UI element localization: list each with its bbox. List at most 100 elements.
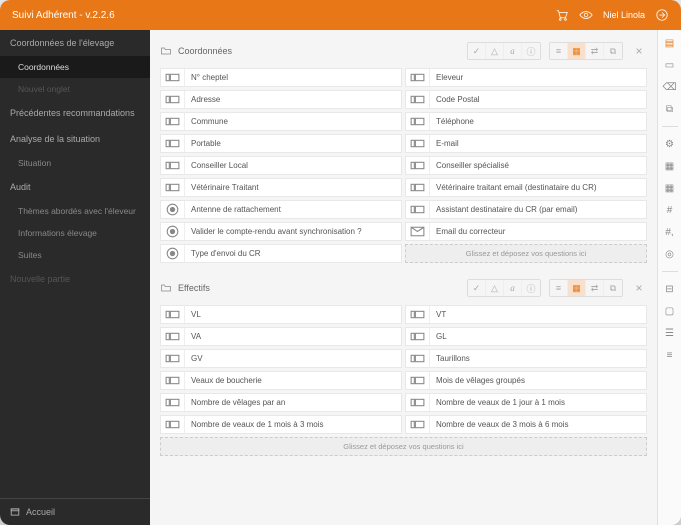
sidebar-section[interactable]: Nouvelle partie (0, 266, 150, 292)
field[interactable]: E-mail (405, 134, 647, 153)
field-type-icon (406, 223, 430, 240)
font-icon[interactable]: a (504, 280, 522, 296)
group: Coordonnées✓△aⓘ≡▦⇄⧉×N° cheptelEleveurAdr… (160, 38, 647, 263)
copy-icon[interactable]: ⧉ (604, 43, 622, 59)
field[interactable]: VT (405, 305, 647, 324)
field[interactable]: Nombre de veaux de 1 jour à 1 mois (405, 393, 647, 412)
folder-icon[interactable]: ▢ (663, 304, 677, 318)
field[interactable]: Veaux de boucherie (160, 371, 402, 390)
field-label: Taurillons (430, 354, 646, 363)
calendar-icon[interactable]: ▦ (663, 181, 677, 195)
drop-zone[interactable]: Glissez et déposez vos questions ici (405, 244, 647, 263)
info-icon[interactable]: ⓘ (522, 43, 540, 59)
target-icon[interactable]: ◎ (663, 247, 677, 261)
app-window: Suivi Adhérent - v.2.2.6 Niel Linola Coo… (0, 0, 681, 525)
sidebar-footer[interactable]: Accueil (0, 498, 150, 525)
sidebar-item[interactable]: Thèmes abordés avec l'éleveur (0, 200, 150, 222)
field[interactable]: Code Postal (405, 90, 647, 109)
field-type-icon (406, 157, 430, 174)
field[interactable]: VL (160, 305, 402, 324)
field[interactable]: Antenne de rattachement (160, 200, 402, 219)
hash-icon[interactable]: # (663, 203, 677, 217)
field[interactable]: Taurillons (405, 349, 647, 368)
menu-icon[interactable]: ≡ (663, 348, 677, 362)
copy-icon[interactable]: ⧉ (663, 102, 677, 116)
sidebar-item[interactable]: Situation (0, 152, 150, 174)
field-label: Type d'envoi du CR (185, 249, 401, 258)
field-type-icon (161, 135, 185, 152)
field[interactable]: Commune (160, 112, 402, 131)
right-toolbar: ▤ ▭ ⌫ ⧉ ⚙ ▦ ▦ # #, ◎ ⊟ ▢ ☰ ≡ (657, 30, 681, 525)
field[interactable]: Vétérinaire Traitant (160, 178, 402, 197)
footer-label: Accueil (26, 507, 55, 517)
field[interactable]: Conseiller spécialisé (405, 156, 647, 175)
field[interactable]: Nombre de veaux de 1 mois à 3 mois (160, 415, 402, 434)
field[interactable]: Adresse (160, 90, 402, 109)
sidebar-section[interactable]: Précédentes recommandations (0, 100, 150, 126)
sidebar-section[interactable]: Audit (0, 174, 150, 200)
check-icon[interactable]: ✓ (468, 280, 486, 296)
field[interactable]: Email du correcteur (405, 222, 647, 241)
copy-icon[interactable]: ⧉ (604, 280, 622, 296)
sidebar-section[interactable]: Analyse de la situation (0, 126, 150, 152)
field[interactable]: Nombre de veaux de 3 mois à 6 mois (405, 415, 647, 434)
warning-icon[interactable]: △ (486, 43, 504, 59)
group-toolbar-2: ≡▦⇄⧉ (549, 279, 623, 297)
drop-zone[interactable]: Glissez et déposez vos questions ici (160, 437, 647, 456)
field-label: Nombre de vêlages par an (185, 398, 401, 407)
logout-icon[interactable] (655, 8, 669, 22)
field[interactable]: Nombre de vêlages par an (160, 393, 402, 412)
field[interactable]: Vétérinaire traitant email (destinataire… (405, 178, 647, 197)
list-icon[interactable]: ☰ (663, 326, 677, 340)
field[interactable]: Portable (160, 134, 402, 153)
close-icon[interactable]: × (631, 43, 647, 59)
field-type-icon (161, 394, 185, 411)
field-type-icon (161, 223, 185, 240)
field-type-icon (406, 91, 430, 108)
warning-icon[interactable]: △ (486, 280, 504, 296)
field[interactable]: Assistant destinataire du CR (par email) (405, 200, 647, 219)
field[interactable]: VA (160, 327, 402, 346)
gear-icon[interactable]: ⚙ (663, 137, 677, 151)
field[interactable]: Type d'envoi du CR (160, 244, 402, 263)
delete-icon[interactable]: ⌫ (663, 80, 677, 94)
field[interactable]: Eleveur (405, 68, 647, 87)
sidebar-item[interactable]: Coordonnées (0, 56, 150, 78)
sidebar-item[interactable]: Suites (0, 244, 150, 266)
grid-icon[interactable]: ▦ (568, 280, 586, 296)
font-icon[interactable]: a (504, 43, 522, 59)
switch-icon[interactable]: ⇄ (586, 43, 604, 59)
field[interactable]: Mois de vêlages groupés (405, 371, 647, 390)
field-type-icon (161, 372, 185, 389)
group-header: Coordonnées✓△aⓘ≡▦⇄⧉× (160, 38, 647, 64)
field[interactable]: Valider le compte-rendu avant synchronis… (160, 222, 402, 241)
field-type-icon (406, 69, 430, 86)
grid-icon[interactable]: ▦ (663, 159, 677, 173)
cart-icon[interactable] (555, 8, 569, 22)
close-icon[interactable]: × (631, 280, 647, 296)
field[interactable]: N° cheptel (160, 68, 402, 87)
file-icon[interactable]: ▭ (663, 58, 677, 72)
field-label: Conseiller Local (185, 161, 401, 170)
field[interactable]: Conseiller Local (160, 156, 402, 175)
check-icon[interactable]: ✓ (468, 43, 486, 59)
field[interactable]: Téléphone (405, 112, 647, 131)
sidebar-section[interactable]: Coordonnées de l'élevage (0, 30, 150, 56)
field[interactable]: GV (160, 349, 402, 368)
field-label: Mois de vêlages groupés (430, 376, 646, 385)
field-label: Valider le compte-rendu avant synchronis… (185, 227, 401, 236)
field-type-icon (406, 306, 430, 323)
info-icon[interactable]: ⓘ (522, 280, 540, 296)
sidebar-item[interactable]: Informations élevage (0, 222, 150, 244)
tree-icon[interactable]: ⊟ (663, 282, 677, 296)
list-icon[interactable]: ≡ (550, 43, 568, 59)
list-icon[interactable]: ≡ (550, 280, 568, 296)
switch-icon[interactable]: ⇄ (586, 280, 604, 296)
grid-icon[interactable]: ▦ (568, 43, 586, 59)
header: Suivi Adhérent - v.2.2.6 Niel Linola (0, 0, 681, 30)
eye-icon[interactable] (579, 8, 593, 22)
field[interactable]: GL (405, 327, 647, 346)
layers-icon[interactable]: ▤ (663, 36, 677, 50)
sidebar-item[interactable]: Nouvel onglet (0, 78, 150, 100)
hash2-icon[interactable]: #, (663, 225, 677, 239)
